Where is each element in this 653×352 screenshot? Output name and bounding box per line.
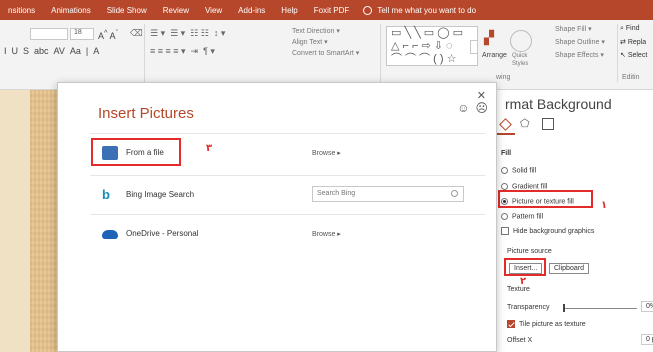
- bing-label: Bing Image Search: [126, 190, 195, 199]
- shape-effects-button[interactable]: Shape Effects ▾: [555, 51, 604, 59]
- fill-line-icon[interactable]: [499, 117, 512, 131]
- find-button[interactable]: ⌕ Find: [620, 25, 640, 33]
- annotation-number-3: ٣: [206, 143, 213, 154]
- grow-font-icon[interactable]: A^ Aˇ: [98, 28, 118, 41]
- bing-search-input[interactable]: Search Bing: [312, 186, 464, 202]
- text-direction-button[interactable]: Text Direction ▾: [292, 27, 340, 35]
- lightbulb-icon: [363, 5, 373, 15]
- onedrive-browse-link[interactable]: Browse ▸: [312, 230, 341, 238]
- hide-background-graphics-checkbox[interactable]: Hide background graphics: [501, 227, 594, 235]
- search-icon: [451, 190, 458, 197]
- offset-x-label: Offset X: [507, 337, 533, 344]
- pattern-fill-option[interactable]: Pattern fill: [501, 213, 543, 220]
- clear-format-icon[interactable]: ⌫: [130, 28, 143, 39]
- picture-icon[interactable]: [542, 118, 554, 130]
- cloud-icon: [102, 230, 118, 239]
- solid-fill-option[interactable]: Solid fill: [501, 167, 536, 174]
- tab-transitions[interactable]: nsitions: [0, 6, 43, 15]
- font-style-icons[interactable]: I U S abc AV Aa | A: [4, 46, 99, 56]
- arrange-icon: ▞: [484, 30, 494, 45]
- annotation-highlight-3: [91, 138, 181, 166]
- format-background-pane: rmat Background ⬠ Fill Solid fill Gradie…: [496, 90, 653, 352]
- bing-search-row[interactable]: b Bing Image Search Search Bing: [90, 175, 485, 213]
- frown-icon[interactable]: ☹: [475, 101, 488, 115]
- tell-me-box[interactable]: Tell me what you want to do: [357, 5, 477, 15]
- texture-label: Texture: [507, 286, 530, 293]
- ribbon-tab-bar: nsitions Animations Slide Show Review Vi…: [0, 0, 653, 20]
- drawing-group-label: wing: [496, 74, 511, 81]
- radio-icon: [501, 183, 508, 190]
- offset-x-value[interactable]: 0 p: [641, 334, 653, 345]
- checkbox-icon: [501, 227, 509, 235]
- quick-styles-button[interactable]: Quick Styles: [512, 52, 534, 68]
- smile-icon[interactable]: ☺: [457, 101, 469, 115]
- annotation-number-1: ١: [601, 200, 608, 211]
- tell-me-text: Tell me what you want to do: [377, 5, 477, 15]
- tab-foxit-pdf[interactable]: Foxit PDF: [306, 6, 358, 15]
- font-size-dropdown[interactable]: 18: [70, 28, 94, 40]
- transparency-value[interactable]: 0%: [641, 301, 653, 312]
- replace-button[interactable]: ⇄ Repla: [620, 38, 646, 46]
- tile-picture-checkbox[interactable]: Tile picture as texture: [507, 320, 586, 328]
- transparency-slider-track[interactable]: [563, 308, 637, 309]
- tab-slide-show[interactable]: Slide Show: [99, 6, 155, 15]
- clipboard-button[interactable]: Clipboard: [549, 263, 589, 274]
- tab-add-ins[interactable]: Add-ins: [230, 6, 273, 15]
- font-name-dropdown[interactable]: [30, 28, 68, 40]
- bullets-icon[interactable]: ☰ ▾ ☰ ▾ ☷ ☷ ↕ ▾: [150, 28, 225, 39]
- dialog-title: Insert Pictures: [98, 105, 194, 122]
- transparency-label: Transparency: [507, 304, 550, 311]
- convert-smartart-button[interactable]: Convert to SmartArt ▾: [292, 49, 359, 57]
- tab-view[interactable]: View: [197, 6, 230, 15]
- picture-source-label: Picture source: [507, 248, 552, 255]
- shape-fill-button[interactable]: Shape Fill ▾: [555, 25, 592, 33]
- onedrive-row[interactable]: OneDrive - Personal Browse ▸: [90, 214, 485, 252]
- feedback-icons: ☺ ☹: [457, 101, 488, 115]
- gallery-scroll[interactable]: [470, 40, 478, 54]
- radio-icon: [501, 167, 508, 174]
- pane-title: rmat Background: [505, 96, 612, 112]
- effects-icon[interactable]: ⬠: [520, 118, 532, 130]
- tab-help[interactable]: Help: [273, 6, 305, 15]
- tab-animations[interactable]: Animations: [43, 6, 99, 15]
- fill-header: Fill: [501, 150, 512, 157]
- shapes-gallery[interactable]: ▭ ╲ ╲ ▭ ◯ ▭ △ ⌐ ⌐ ⇨ ⇩ ◌ ⌒ ⌒ ⌒ ( ) ☆: [386, 26, 478, 66]
- tab-review[interactable]: Review: [155, 6, 197, 15]
- slide-thumbnail-strip[interactable]: [0, 90, 30, 352]
- annotation-highlight-1: [498, 190, 593, 208]
- from-file-browse-link[interactable]: Browse ▸: [312, 149, 341, 157]
- selected-category-indicator: [497, 133, 515, 135]
- ribbon-body: 18 A^ Aˇ ⌫ I U S abc AV Aa | A ☰ ▾ ☰ ▾ ☷…: [0, 20, 653, 90]
- insert-pictures-dialog: Insert Pictures ✕ ☺ ☹ From a file Browse…: [57, 82, 497, 352]
- quick-styles-icon: [510, 30, 532, 52]
- align-icons[interactable]: ≡ ≡ ≡ ≡ ▾ ⇥ ¶ ▾: [150, 46, 215, 57]
- onedrive-label: OneDrive - Personal: [126, 229, 199, 238]
- checkbox-checked-icon: [507, 320, 515, 328]
- pane-category-icons: ⬠: [499, 117, 554, 131]
- align-text-button[interactable]: Align Text ▾: [292, 38, 328, 46]
- transparency-slider-thumb[interactable]: [563, 304, 565, 312]
- bing-icon: b: [102, 186, 110, 202]
- select-button[interactable]: ↖ Select: [620, 51, 647, 59]
- arrange-button[interactable]: Arrange: [482, 52, 507, 59]
- radio-icon: [501, 213, 508, 220]
- shape-outline-button[interactable]: Shape Outline ▾: [555, 38, 605, 46]
- annotation-highlight-2: [504, 258, 546, 276]
- editing-group-label: Editin: [622, 74, 640, 81]
